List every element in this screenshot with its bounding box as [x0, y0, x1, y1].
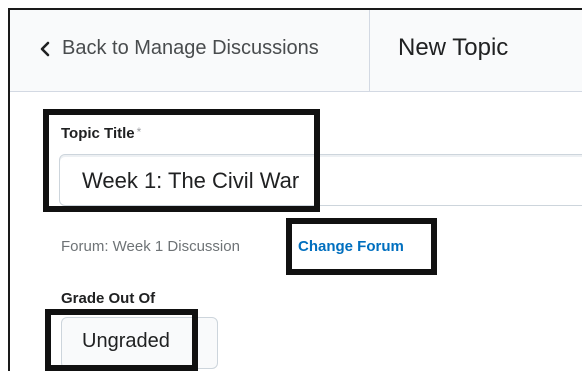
back-link-label: Back to Manage Discussions [62, 37, 319, 59]
grade-out-of-label: Grade Out Of [61, 290, 156, 307]
chevron-left-icon [40, 41, 50, 56]
header-divider [369, 10, 370, 91]
topic-title-label: Topic Title * [61, 125, 141, 142]
forum-info: Forum: Week 1 Discussion [61, 238, 240, 255]
grade-value: Ungraded [82, 330, 170, 352]
back-to-manage-discussions-link[interactable]: Back to Manage Discussions [38, 37, 319, 60]
topic-title-label-text: Topic Title [61, 125, 135, 142]
change-forum-link[interactable]: Change Forum [298, 238, 404, 255]
topic-title-value: Week 1: The Civil War [82, 168, 300, 193]
required-marker: * [136, 125, 142, 139]
page-title: New Topic [398, 34, 509, 61]
